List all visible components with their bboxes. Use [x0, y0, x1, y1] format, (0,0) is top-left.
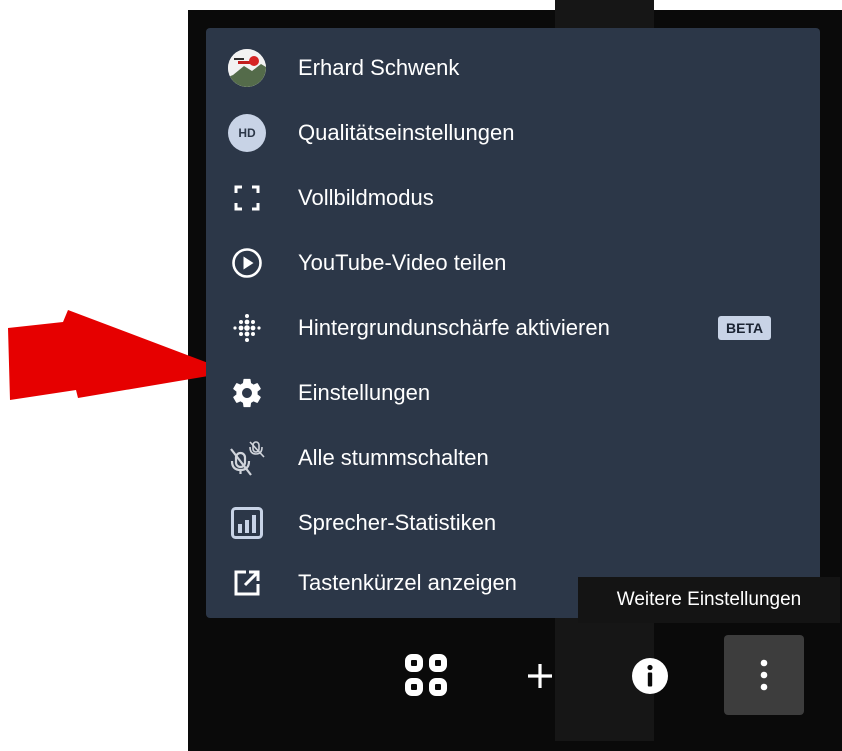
- menu-item-mute-all[interactable]: Alle stummschalten: [206, 425, 820, 490]
- menu-item-label: YouTube-Video teilen: [298, 249, 507, 275]
- menu-item-settings[interactable]: Einstellungen: [206, 360, 820, 425]
- mute-all-icon: [228, 439, 266, 477]
- gear-icon: [228, 374, 266, 412]
- external-link-icon: [228, 564, 266, 602]
- bar-chart-icon: [228, 504, 266, 542]
- tooltip: Weitere Einstellungen: [578, 577, 840, 623]
- menu-item-label: Vollbildmodus: [298, 184, 434, 210]
- tile-view-button[interactable]: [400, 649, 452, 701]
- menu-item-label: Erhard Schwenk: [298, 54, 460, 80]
- more-options-button[interactable]: [724, 635, 804, 715]
- more-vertical-icon: [760, 659, 768, 691]
- menu-item-quality[interactable]: HD Qualitätseinstellungen: [206, 100, 820, 165]
- user-avatar-icon: [228, 48, 266, 87]
- add-button[interactable]: [518, 654, 562, 698]
- menu-item-speaker-stats[interactable]: Sprecher-Statistiken: [206, 490, 820, 555]
- menu-item-fullscreen[interactable]: Vollbildmodus: [206, 165, 820, 230]
- grid-icon: [405, 654, 447, 696]
- info-icon: [632, 658, 668, 694]
- menu-item-label: Hintergrundunschärfe aktivieren: [298, 314, 610, 340]
- menu-item-label: Alle stummschalten: [298, 444, 489, 470]
- menu-item-background-blur[interactable]: Hintergrundunschärfe aktivieren BETA: [206, 295, 820, 360]
- menu-item-share-video[interactable]: YouTube-Video teilen: [206, 230, 820, 295]
- beta-badge: BETA: [718, 315, 772, 340]
- menu-item-label: Sprecher-Statistiken: [298, 509, 497, 535]
- menu-item-label: Einstellungen: [298, 379, 431, 405]
- hd-icon: HD: [228, 113, 266, 152]
- overflow-menu: Erhard Schwenk HD Qualitätseinstellungen…: [206, 28, 820, 618]
- red-arrow-annotation: [8, 310, 232, 400]
- menu-item-profile[interactable]: Erhard Schwenk: [206, 35, 820, 100]
- play-circle-icon: [228, 244, 266, 282]
- blur-icon: [228, 309, 266, 347]
- info-button[interactable]: [630, 656, 670, 696]
- fullscreen-icon: [228, 179, 266, 217]
- menu-item-label: Tastenkürzel anzeigen: [298, 569, 517, 595]
- menu-item-label: Qualitätseinstellungen: [298, 119, 515, 145]
- plus-icon: [528, 664, 552, 688]
